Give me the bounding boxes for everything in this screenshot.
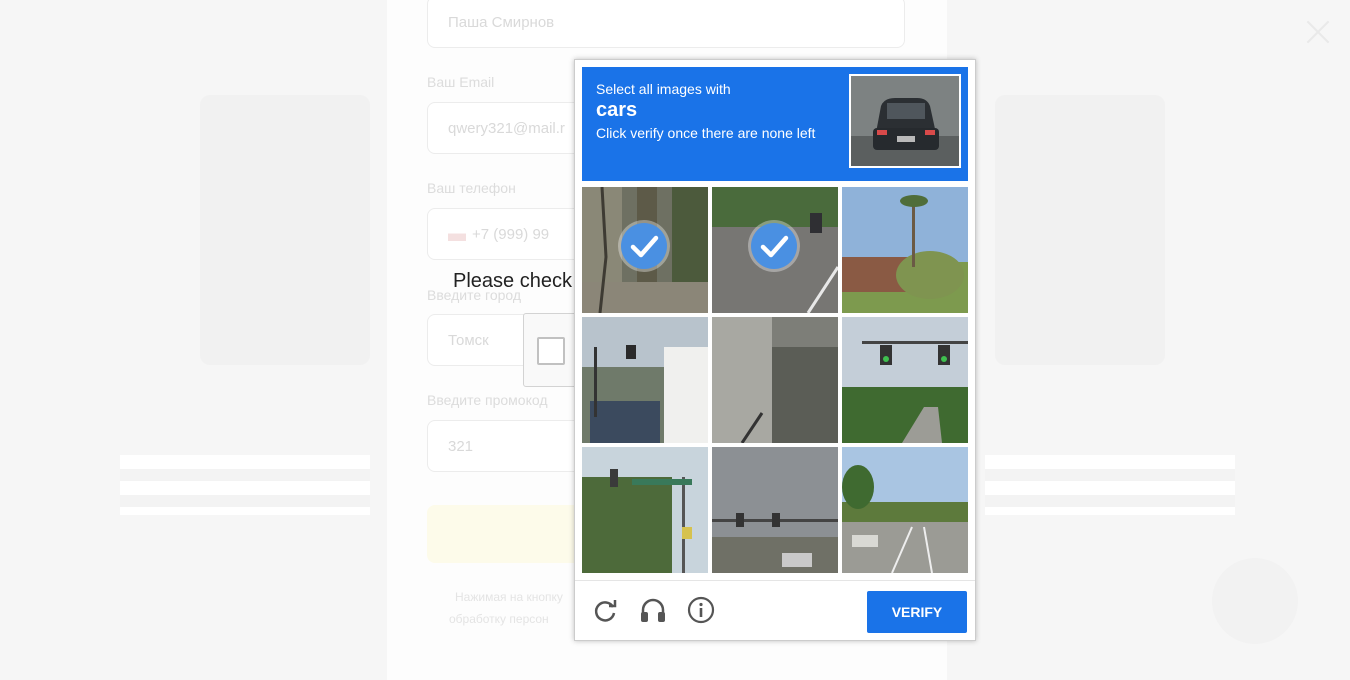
image-tile-8[interactable]	[712, 447, 838, 573]
instruction-line: Select all images with	[596, 81, 731, 97]
background-promo-label: Введите промокод	[427, 392, 548, 408]
image-tile-5[interactable]	[712, 317, 838, 443]
image-grid	[582, 187, 968, 573]
background-floating-button	[1212, 558, 1298, 644]
background-side-text-right	[985, 455, 1235, 515]
image-tile-2[interactable]	[712, 187, 838, 313]
reload-icon[interactable]	[590, 595, 620, 625]
instruction-hint: Click verify once there are none left	[596, 125, 816, 141]
background-name-input: Паша Смирнов	[427, 0, 905, 48]
image-tile-1[interactable]	[582, 187, 708, 313]
background-phone-label: Ваш телефон	[427, 180, 516, 196]
tile-2-selected-check	[751, 223, 797, 269]
background-product-card-right	[995, 95, 1165, 365]
background-consent-line2: обработку персон	[449, 612, 549, 626]
info-icon[interactable]	[686, 595, 716, 625]
target-word: cars	[596, 99, 638, 121]
challenge-footer: VERIFY	[575, 580, 975, 642]
image-tile-3[interactable]	[842, 187, 968, 313]
background-consent-line1: Нажимая на кнопку	[455, 590, 563, 604]
tile-1-selected-check	[621, 223, 667, 269]
please-check-text: Please check	[453, 270, 572, 292]
recaptcha-checkbox[interactable]	[537, 337, 565, 365]
background-email-label: Ваш Email	[427, 74, 495, 90]
flag-icon	[448, 229, 466, 241]
image-tile-9[interactable]	[842, 447, 968, 573]
image-tile-6[interactable]	[842, 317, 968, 443]
verify-button[interactable]: VERIFY	[867, 591, 967, 633]
image-tile-4[interactable]	[582, 317, 708, 443]
background-phone-value: +7 (999) 99	[472, 226, 550, 243]
challenge-header: Select all images with cars Click verify…	[582, 67, 968, 181]
close-icon[interactable]	[1303, 17, 1333, 47]
sample-image	[849, 74, 961, 168]
background-product-card-left	[200, 95, 370, 365]
headphones-icon[interactable]	[638, 595, 668, 625]
background-side-text-left	[120, 455, 370, 515]
recaptcha-challenge: Select all images with cars Click verify…	[574, 59, 976, 641]
image-tile-7[interactable]	[582, 447, 708, 573]
